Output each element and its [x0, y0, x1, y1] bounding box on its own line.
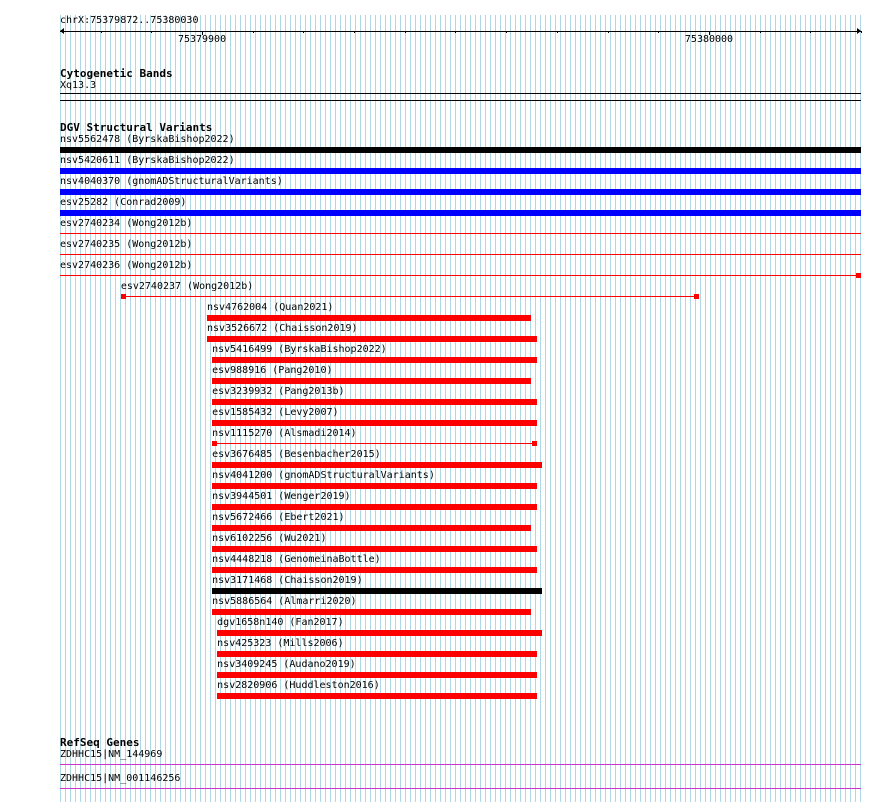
- ruler-minor-tick: [759, 31, 761, 33]
- cytoband-label: Xq13.3: [60, 80, 97, 91]
- ruler[interactable]: 75379900 75380000: [60, 26, 862, 46]
- ruler-minor-tick: [455, 31, 457, 33]
- dgv-feature-bar[interactable]: [217, 693, 537, 699]
- dgv-feature-bar[interactable]: [207, 315, 532, 321]
- ruler-left-arrow-icon: [60, 28, 64, 34]
- dgv-feature-label: nsv425323 (Mills2006): [217, 638, 344, 649]
- refseq-gene-label: ZDHHC15|NM_144969: [60, 749, 163, 760]
- refseq-gene-label: ZDHHC15|NM_001146256: [60, 773, 181, 784]
- dgv-feature-label: nsv2820906 (Huddleston2016): [217, 680, 380, 691]
- dgv-feature-endcap[interactable]: [531, 441, 537, 446]
- dgv-feature-bar[interactable]: [212, 609, 532, 615]
- ruler-minor-tick: [404, 31, 406, 33]
- dgv-feature-line[interactable]: [120, 296, 699, 297]
- dgv-feature-label: esv1585432 (Levy2007): [212, 407, 339, 418]
- ruler-tick-label: 75379900: [177, 34, 227, 45]
- dgv-feature-label: nsv4448218 (GenomeinaBottle): [212, 554, 381, 565]
- ruler-minor-tick: [861, 31, 862, 33]
- dgv-feature-bar[interactable]: [60, 168, 861, 174]
- dgv-feature-bar[interactable]: [207, 336, 537, 342]
- dgv-feature-bar[interactable]: [212, 546, 537, 552]
- dgv-feature-label: nsv4040370 (gnomADStructuralVariants): [60, 176, 283, 187]
- ruler-minor-tick: [607, 31, 609, 33]
- dgv-feature-bar[interactable]: [60, 147, 861, 153]
- ruler-minor-tick: [556, 31, 558, 33]
- dgv-feature-label: esv988916 (Pang2010): [212, 365, 333, 376]
- dgv-feature-label: esv2740237 (Wong2012b): [120, 281, 254, 292]
- ruler-tick-label: 75380000: [684, 34, 734, 45]
- dgv-feature-label: esv2740236 (Wong2012b): [60, 260, 193, 271]
- dgv-feature-label: nsv4762004 (Quan2021): [207, 302, 334, 313]
- refseq-track-title[interactable]: RefSeq Genes: [60, 736, 139, 749]
- dgv-feature-bar[interactable]: [212, 525, 532, 531]
- ruler-minor-tick: [100, 31, 102, 33]
- dgv-feature-bar[interactable]: [212, 399, 537, 405]
- dgv-feature-bar[interactable]: [212, 420, 537, 426]
- dgv-feature-label: nsv3526672 (Chaisson2019): [207, 323, 358, 334]
- dgv-feature-bar[interactable]: [217, 630, 542, 636]
- ruler-minor-tick: [810, 31, 812, 33]
- dgv-feature-label: nsv6102256 (Wu2021): [212, 533, 327, 544]
- dgv-feature-line[interactable]: [60, 254, 861, 255]
- ruler-minor-tick: [252, 31, 254, 33]
- dgv-feature-label: nsv4041200 (gnomADStructuralVariants): [212, 470, 435, 481]
- ruler-minor-tick: [506, 31, 508, 33]
- dgv-feature-label: nsv3409245 (Audano2019): [217, 659, 356, 670]
- dgv-track-title[interactable]: DGV Structural Variants: [60, 121, 212, 134]
- dgv-feature-bar[interactable]: [212, 378, 532, 384]
- dgv-feature-bar[interactable]: [212, 462, 542, 468]
- dgv-feature-endcap[interactable]: [856, 273, 861, 278]
- dgv-feature-line[interactable]: [212, 443, 537, 444]
- track-divider: [60, 100, 861, 101]
- dgv-feature-label: dgv1658n140 (Fan2017): [217, 617, 344, 628]
- dgv-feature-bar[interactable]: [212, 483, 537, 489]
- dgv-feature-label: nsv5562478 (ByrskaBishop2022): [60, 134, 235, 145]
- ruler-axis-line: [60, 31, 861, 32]
- dgv-feature-endcap[interactable]: [120, 294, 126, 299]
- cytoband-bar[interactable]: [60, 93, 861, 94]
- dgv-feature-label: esv25282 (Conrad2009): [60, 197, 187, 208]
- dgv-feature-bar[interactable]: [212, 357, 537, 363]
- ruler-minor-tick: [151, 31, 153, 33]
- ruler-minor-tick: [658, 31, 660, 33]
- dgv-feature-label: esv3676485 (Besenbacher2015): [212, 449, 381, 460]
- dgv-feature-label: esv2740235 (Wong2012b): [60, 239, 193, 250]
- dgv-feature-bar[interactable]: [212, 504, 537, 510]
- dgv-feature-endcap[interactable]: [693, 294, 699, 299]
- dgv-feature-label: esv2740234 (Wong2012b): [60, 218, 193, 229]
- dgv-feature-label: nsv3171468 (Chaisson2019): [212, 575, 363, 586]
- dgv-feature-line[interactable]: [60, 233, 861, 234]
- dgv-feature-bar[interactable]: [212, 588, 542, 594]
- dgv-feature-label: nsv1115270 (Alsmadi2014): [212, 428, 357, 439]
- dgv-feature-bar[interactable]: [217, 651, 537, 657]
- dgv-feature-bar[interactable]: [212, 567, 537, 573]
- ruler-minor-tick: [354, 31, 356, 33]
- dgv-feature-label: nsv5886564 (Almarri2020): [212, 596, 357, 607]
- dgv-feature-line[interactable]: [60, 275, 861, 276]
- dgv-feature-label: nsv5420611 (ByrskaBishop2022): [60, 155, 235, 166]
- refseq-gene-line[interactable]: [60, 764, 861, 765]
- dgv-feature-label: nsv5416499 (ByrskaBishop2022): [212, 344, 387, 355]
- dgv-feature-label: nsv3944501 (Wenger2019): [212, 491, 351, 502]
- dgv-feature-bar[interactable]: [217, 672, 537, 678]
- dgv-feature-label: esv3239932 (Pang2013b): [212, 386, 345, 397]
- dgv-feature-bar[interactable]: [60, 210, 861, 216]
- cytoband-track-title[interactable]: Cytogenetic Bands: [60, 67, 173, 80]
- dgv-feature-label: nsv5672466 (Ebert2021): [212, 512, 345, 523]
- dgv-feature-bar[interactable]: [60, 189, 861, 195]
- dgv-feature-endcap[interactable]: [212, 441, 218, 446]
- refseq-gene-line[interactable]: [60, 788, 861, 789]
- ruler-minor-tick: [303, 31, 305, 33]
